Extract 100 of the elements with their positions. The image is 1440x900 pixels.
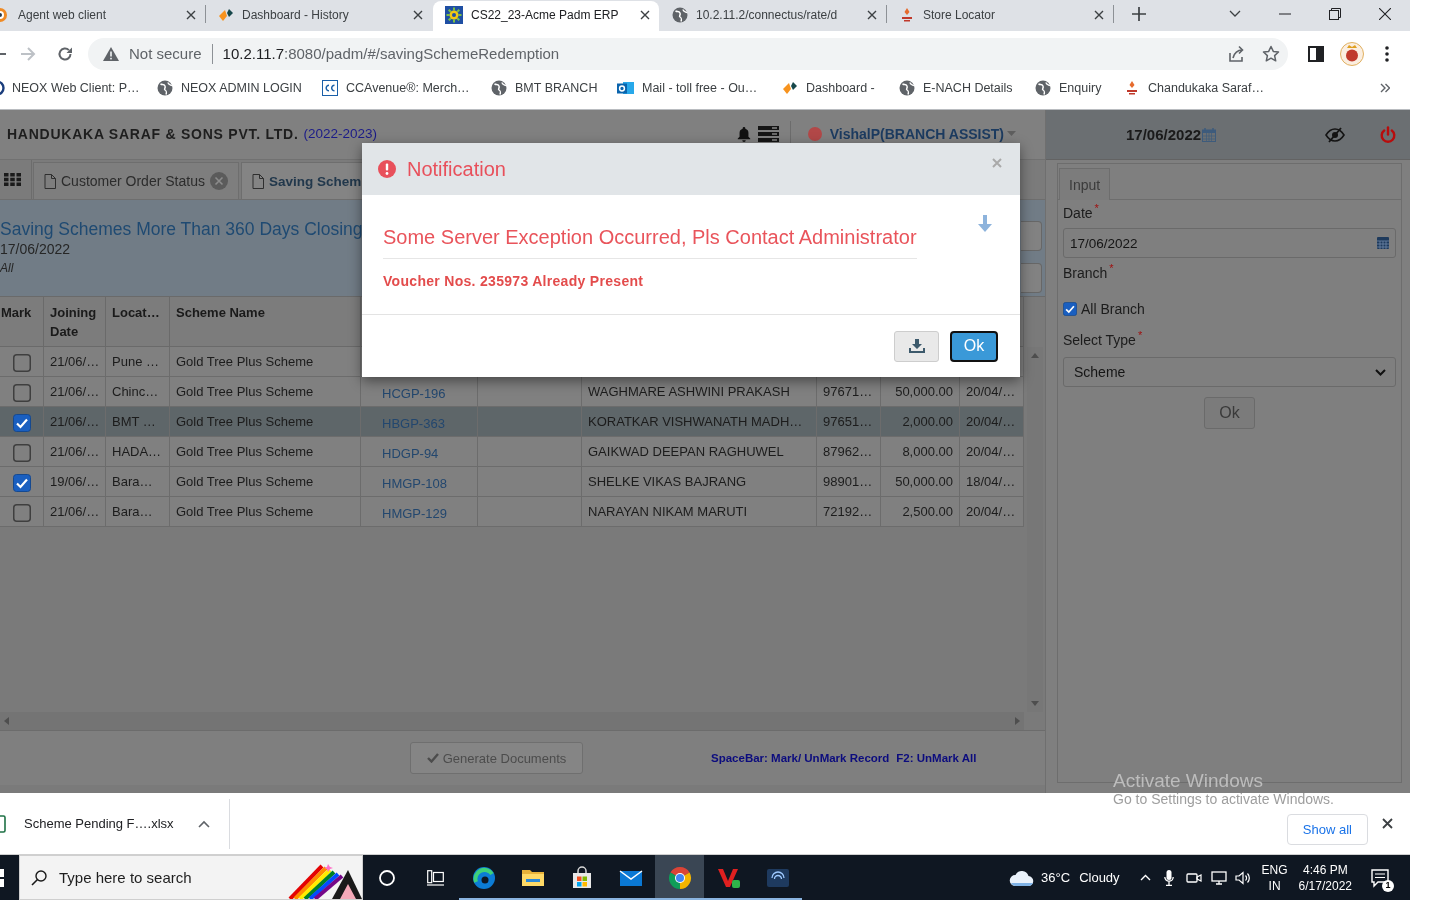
download-button[interactable] <box>894 330 939 362</box>
language-indicator[interactable]: ENG <box>1261 861 1288 878</box>
side-panel-icon[interactable] <box>1308 45 1324 62</box>
show-all-button[interactable]: Show all <box>1286 814 1368 845</box>
bookmark[interactable]: Chandukaka Saraf… <box>1124 76 1265 100</box>
star-icon[interactable] <box>1262 44 1280 63</box>
page-tab[interactable]: Customer Order Status <box>33 162 239 199</box>
panel-tab[interactable]: Input <box>1059 168 1111 200</box>
checkbox[interactable] <box>12 443 31 462</box>
ok-button[interactable]: Ok <box>950 330 998 362</box>
table-cell: 72192… <box>817 497 881 526</box>
checkbox[interactable] <box>12 473 31 492</box>
table-row[interactable]: 21/06/… Bara… Gold Tree Plus Scheme HMGP-129 NARAYAN NIKAM MARUTI 72192… 2,500.00 20/04/… <box>0 497 1024 527</box>
table-cell: 98901… <box>817 467 881 496</box>
table-row[interactable]: 21/06/… Chinc… Gold Tree Plus Scheme HCGP-196 WAGHMARE ASHWINI PRAKASH 97671… 50,000.00 20/04/… <box>0 377 1024 407</box>
page-tab[interactable]: Saving Schem <box>240 162 365 199</box>
file-edge-icon[interactable] <box>0 814 6 833</box>
eye-slash-icon[interactable] <box>1325 126 1345 143</box>
diamond-icon <box>782 80 798 96</box>
monitor-icon[interactable] <box>1210 870 1227 885</box>
dropdown-field[interactable] <box>1021 221 1042 251</box>
checkbox[interactable] <box>12 413 31 432</box>
bookmark[interactable]: Enquiry <box>1035 76 1124 100</box>
date-field[interactable]: 17/06/2022 <box>1063 228 1396 258</box>
account-link[interactable]: HDGP-94 <box>382 442 439 461</box>
clock-date[interactable]: 6/17/2022 <box>1298 877 1352 894</box>
report-filter: All <box>0 261 14 275</box>
table-cell: Gold Tree Plus Scheme <box>170 467 361 496</box>
share-icon[interactable] <box>1227 44 1245 63</box>
checkbox[interactable] <box>12 353 31 372</box>
chevron-down-icon[interactable] <box>1229 10 1241 17</box>
bookmark[interactable]: NEOX ADMIN LOGIN <box>157 76 322 100</box>
reload-icon[interactable] <box>57 45 73 62</box>
minimize-icon[interactable] <box>1279 12 1291 15</box>
chevron-up-icon[interactable] <box>1139 874 1151 881</box>
file-icon <box>44 173 56 189</box>
bookmark[interactable]: NEOX Web Client: P… <box>0 76 157 100</box>
chevron-double-icon[interactable] <box>1380 83 1390 93</box>
menu-icon[interactable] <box>1385 45 1389 62</box>
table-row[interactable]: 21/06/… HADA… Gold Tree Plus Scheme HDGP-94 GAIKWAD DEEPAN RAGHUWEL 87962… 8,000.00 20/04/… <box>0 437 1024 467</box>
server-stack-icon[interactable] <box>757 125 779 142</box>
squares-icon[interactable] <box>0 868 4 887</box>
search-icon <box>31 869 47 886</box>
notification-icon[interactable] <box>1370 867 1390 888</box>
search-field[interactable]: Type here to search <box>59 869 259 886</box>
account-link[interactable]: HMGP-129 <box>382 502 448 521</box>
close-icon[interactable] <box>867 9 877 20</box>
browser-tab[interactable]: Store Locator <box>887 1 1113 31</box>
checkbox[interactable] <box>1063 302 1077 316</box>
table-cell: KORATKAR VISHWANATH MADH… <box>582 407 817 436</box>
clock-time[interactable]: 4:46 PM <box>1302 861 1348 878</box>
close-icon[interactable] <box>1094 9 1104 20</box>
bookmark[interactable]: Dashboard - <box>782 76 899 100</box>
user-menu[interactable]: VishalP(BRANCH ASSIST) <box>829 125 1016 142</box>
table-cell: Gold Tree Plus Scheme <box>170 497 361 526</box>
speaker-icon[interactable] <box>1234 870 1251 885</box>
cloud-icon[interactable] <box>1008 868 1035 887</box>
camera-icon[interactable] <box>1185 870 1202 885</box>
file-icon <box>251 173 264 189</box>
bell-icon[interactable] <box>735 125 752 142</box>
task-view-icon[interactable] <box>426 869 444 886</box>
restore-icon[interactable] <box>1329 7 1341 20</box>
microphone-icon[interactable] <box>1163 869 1174 886</box>
close-icon[interactable] <box>1382 818 1393 829</box>
plus-icon[interactable] <box>1132 7 1146 21</box>
checkbox[interactable] <box>12 383 31 402</box>
close-icon[interactable] <box>413 9 423 20</box>
close-icon[interactable] <box>1379 7 1391 20</box>
browser-tab[interactable]: Agent web client <box>0 1 205 31</box>
bookmark[interactable]: E-NACH Details <box>899 76 1035 100</box>
grid-icon[interactable] <box>4 173 21 186</box>
company-name: HANDUKAKA SARAF & SONS PVT. LTD. <box>7 125 299 142</box>
checkbox[interactable] <box>12 503 31 522</box>
caret-up-icon[interactable] <box>197 819 210 828</box>
mail-tile-icon <box>617 80 634 96</box>
checkbox-label: All Branch <box>1081 301 1145 317</box>
close-icon[interactable] <box>640 9 650 20</box>
browser-tab[interactable]: CS22_23-Acme Padm ERP <box>433 1 659 31</box>
ring-icon[interactable] <box>379 869 395 886</box>
table-row[interactable]: 19/06/… Bara… Gold Tree Plus Scheme HMGP-108 SHELKE VIKAS BAJRANG 98901… 50,000.00 18/04/… <box>0 467 1024 497</box>
browser-tab[interactable]: 10.2.11.2/connectus/rate/d <box>660 1 886 31</box>
region-indicator[interactable]: IN <box>1268 877 1281 894</box>
type-select[interactable]: Scheme <box>1063 357 1396 387</box>
close-icon[interactable] <box>186 9 196 20</box>
table-row[interactable]: 21/06/… BMT … Gold Tree Plus Scheme HBGP-363 KORATKAR VISHWANATH MADH… 97651… 2,000.00 20/04/… <box>0 407 1024 437</box>
table-cell: 20/04/… <box>960 407 1024 436</box>
browser-tab[interactable]: Dashboard - History <box>206 1 432 31</box>
ok-button[interactable]: Ok <box>1204 397 1255 429</box>
bookmark[interactable]: Mail - toll free - Ou… <box>617 76 782 100</box>
report-date: 17/06/2022 <box>0 241 71 258</box>
avatar-icon[interactable] <box>1340 41 1364 66</box>
table-cell: 21/06/… <box>44 437 106 466</box>
financial-year-link[interactable]: (2022-2023) <box>303 126 378 141</box>
address-bar[interactable]: Not secure 10.2.11.7:8080/padm/#/savingSchemeRedemption <box>88 37 1288 70</box>
account-link[interactable]: HCGP-196 <box>382 382 446 401</box>
bookmark[interactable]: CCAvenue®: Merch… <box>322 76 491 100</box>
download-file-name[interactable]: Scheme Pending F….xlsx <box>24 816 174 831</box>
table-cell: BMT … <box>106 407 170 436</box>
account-link[interactable]: HMGP-108 <box>382 472 448 491</box>
bookmark[interactable]: BMT BRANCH <box>491 76 617 100</box>
